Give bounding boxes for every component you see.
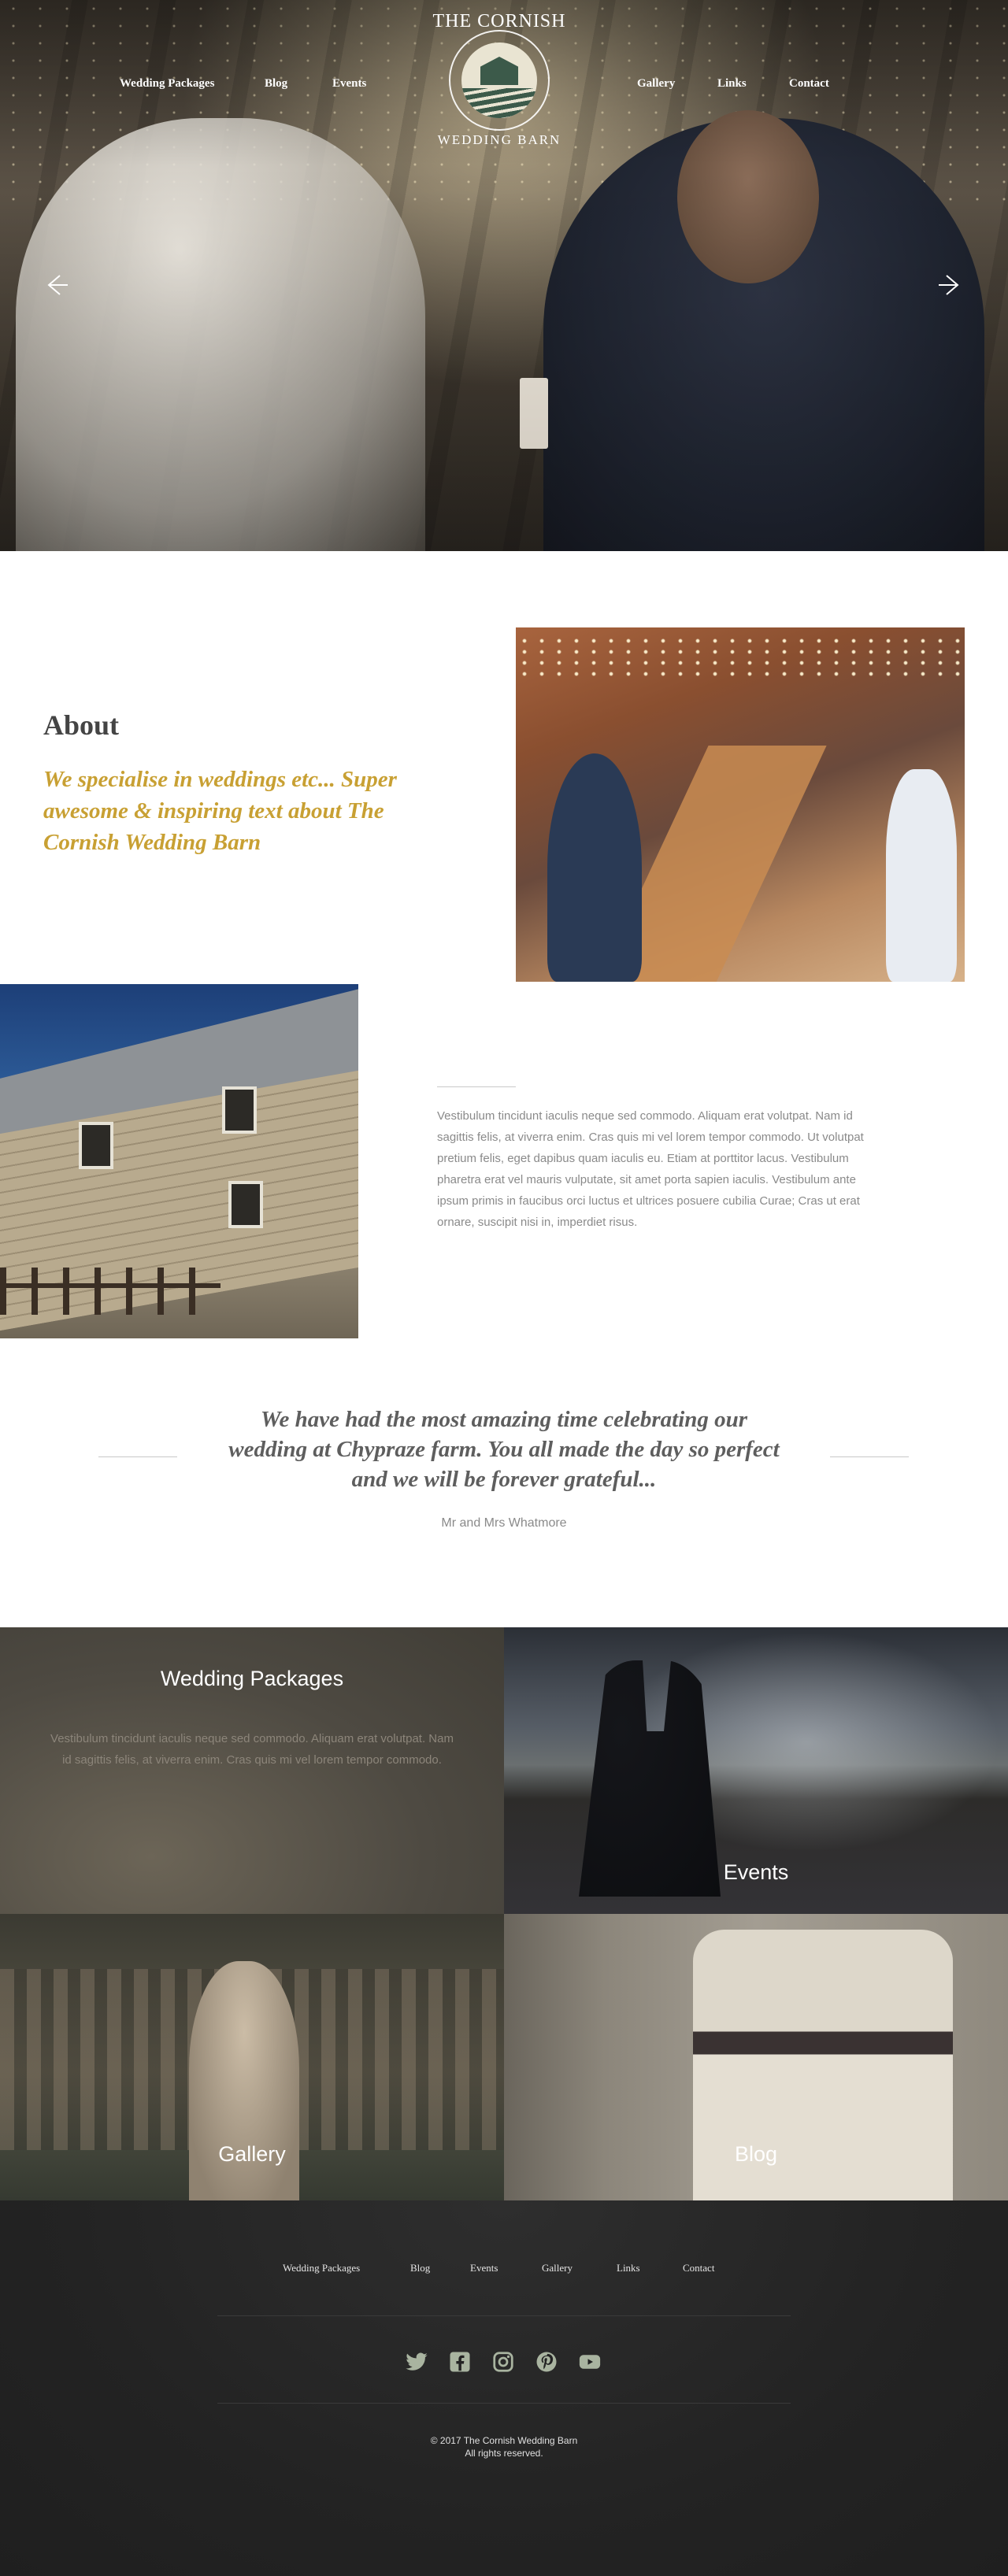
copyright-line: © 2017 The Cornish Wedding Barn [430,2435,578,2446]
logo-text-top: THE CORNISH [432,11,566,31]
instagram-icon[interactable] [491,2350,515,2374]
twitter-icon[interactable] [405,2350,428,2374]
barn-photo-fence [0,1268,220,1315]
footer-nav-links[interactable]: Links [617,2262,640,2274]
site-footer: Wedding Packages Blog Events Gallery Lin… [0,2200,1008,2576]
arrow-left-icon[interactable] [39,269,71,301]
facebook-icon[interactable] [448,2350,472,2374]
reception-photo-guest [547,753,642,982]
logo-text-bottom: WEDDING BARN [437,132,561,147]
reception-photo [516,627,965,982]
nav-blog[interactable]: Blog [265,77,287,91]
barn-photo-window [222,1086,257,1134]
logo-barn-shape [480,57,518,85]
tile-title: Wedding Packages [160,1667,344,1690]
nav-wedding-packages[interactable]: Wedding Packages [120,77,214,91]
divider [437,1086,516,1087]
tile-title: Blog [734,2142,778,2166]
tile-wedding-packages[interactable]: Wedding Packages Vestibulum tincidunt ia… [0,1627,504,1914]
footer-divider [217,2315,791,2316]
quote-divider-left [98,1456,177,1457]
testimonial-quote: We have had the most amazing time celebr… [228,1407,780,1492]
youtube-icon[interactable] [578,2350,602,2374]
tile-description: Vestibulum tincidunt iaculis neque sed c… [50,1732,454,1767]
nav-links[interactable]: Links [717,77,747,91]
barn-photo-window [228,1181,263,1228]
copyright: © 2017 The Cornish Wedding Barn All righ… [346,2434,662,2459]
logo-field-shape [461,88,537,118]
barn-photo-window [79,1122,113,1169]
pinterest-icon[interactable] [535,2350,558,2374]
about-heading: About [43,709,120,741]
tile-blog[interactable]: Blog [504,1914,1008,2200]
footer-nav-gallery[interactable]: Gallery [542,2262,573,2274]
nav-gallery[interactable]: Gallery [637,77,675,91]
reception-photo-guest [886,769,957,982]
footer-nav-blog[interactable]: Blog [410,2262,430,2274]
copyright-line: All rights reserved. [465,2448,543,2459]
footer-nav-wedding-packages[interactable]: Wedding Packages [283,2262,360,2274]
footer-nav-contact[interactable]: Contact [683,2262,714,2274]
arrow-right-icon[interactable] [936,269,967,301]
testimonial-author: Mr and Mrs Whatmore [441,1516,567,1530]
nav-contact[interactable]: Contact [789,77,829,91]
tile-gallery[interactable]: Gallery [0,1914,504,2200]
barn-photo [0,984,358,1338]
site-logo[interactable]: THE CORNISH WEDDING BARN [421,11,578,161]
tile-events[interactable]: Events [504,1627,1008,1914]
tile-title: Events [723,1860,789,1884]
footer-nav-events[interactable]: Events [470,2262,498,2274]
quote-divider-right [830,1456,909,1457]
nav-events[interactable]: Events [332,77,366,91]
reception-photo-lights [516,635,965,683]
hero-slider: Wedding Packages Blog Events Gallery Lin… [0,0,1008,551]
barn-logo-icon [461,43,537,118]
footer-divider [217,2403,791,2404]
about-body-text: Vestibulum tincidunt iaculis neque sed c… [437,1109,864,1229]
tile-title: Gallery [218,2142,286,2166]
about-tagline: We specialise in weddings etc... Super a… [43,767,397,855]
